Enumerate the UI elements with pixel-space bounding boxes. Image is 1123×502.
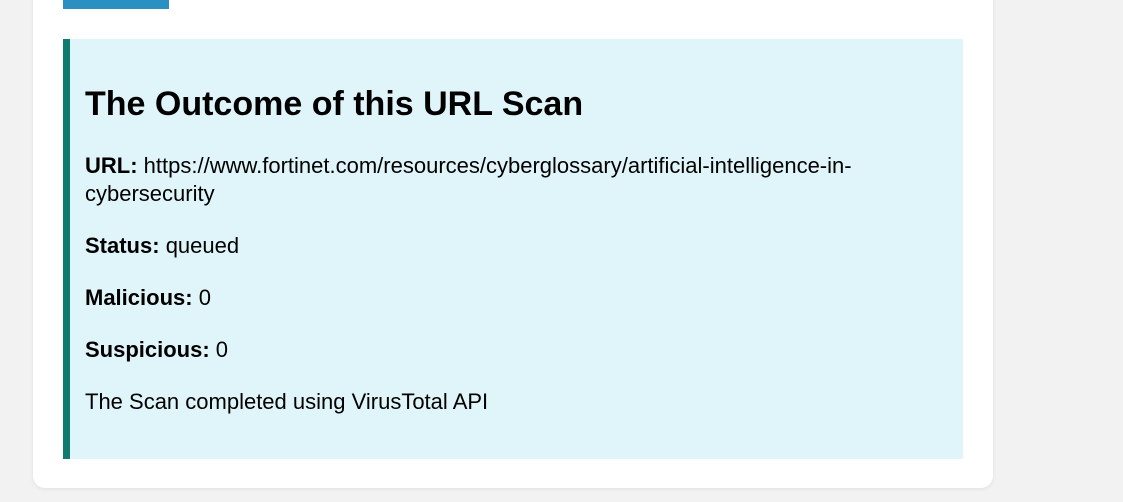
result-title: The Outcome of this URL Scan [85, 85, 584, 123]
scan-button[interactable] [63, 0, 169, 9]
url-value: https://www.fortinet.com/resources/cyber… [85, 153, 852, 206]
status-label: Status: [85, 233, 166, 258]
malicious-value: 0 [198, 285, 211, 310]
suspicious-row: Suspicious: 0 [85, 336, 941, 364]
malicious-row: Malicious: 0 [85, 284, 941, 312]
malicious-label: Malicious: [85, 285, 199, 310]
status-row: Status: queued [85, 232, 941, 260]
url-label: URL: [85, 153, 144, 178]
url-row: URL: https://www.fortinet.com/resources/… [85, 152, 941, 208]
suspicious-value: 0 [215, 337, 229, 362]
status-value: queued [165, 233, 240, 258]
scan-footer-note: The Scan completed using VirusTotal API [85, 389, 489, 414]
scan-result-panel: The Outcome of this URL Scan URL: https:… [63, 39, 963, 459]
suspicious-label: Suspicious: [85, 337, 216, 362]
